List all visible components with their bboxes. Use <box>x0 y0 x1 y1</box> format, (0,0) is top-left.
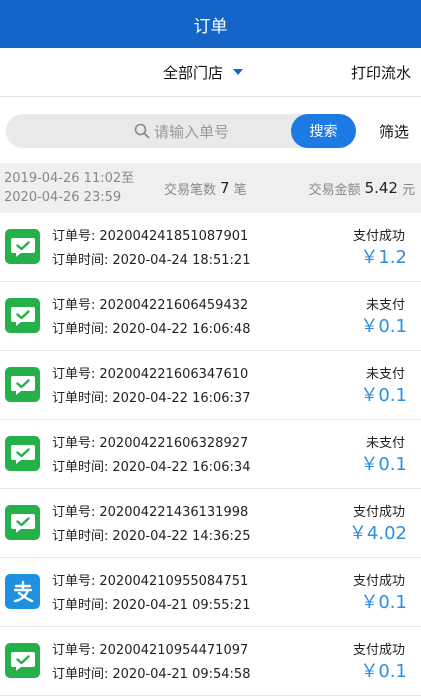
app-header: 订单 <box>0 0 421 48</box>
order-status: 支付成功 <box>352 505 405 520</box>
wechat-pay-icon <box>5 505 40 540</box>
order-status: 未支付 <box>365 367 405 382</box>
date-range-start: 2019-04-26 11:02至 <box>4 171 135 186</box>
order-time-label: 订单时间: <box>52 253 109 268</box>
order-time: 订单时间: 2020-04-21 09:54:58 <box>52 663 250 682</box>
order-time-value: 2020-04-22 16:06:48 <box>112 322 251 337</box>
order-number-label: 订单号: <box>52 574 96 589</box>
transaction-count-label: 交易笔数 <box>164 182 217 198</box>
order-time: 订单时间: 2020-04-22 16:06:34 <box>52 456 250 475</box>
order-status: 未支付 <box>365 298 405 313</box>
date-range: 2019-04-26 11:02至 2020-04-26 23:59 <box>4 169 134 207</box>
order-amount: ￥1.2 <box>360 247 407 268</box>
transaction-count-unit: 笔 <box>233 182 247 198</box>
order-status: 支付成功 <box>352 229 405 244</box>
order-amount: ￥0.1 <box>360 454 407 475</box>
order-row[interactable]: 订单号: 202004221436131998 订单时间: 2020-04-22 1… <box>0 489 421 558</box>
order-row[interactable]: 订单号: 202004210955084751 订单时间: 2020-04-21 0… <box>0 558 421 627</box>
order-time-value: 2020-04-24 18:51:21 <box>112 253 251 268</box>
order-time-label: 订单时间: <box>52 322 109 337</box>
order-row[interactable]: 订单号: 202004221606459432 订单时间: 2020-04-22 1… <box>0 282 421 351</box>
order-number: 订单号: 202004210955084751 <box>52 570 248 589</box>
search-placeholder: 请输入单号 <box>154 122 230 141</box>
order-row[interactable]: 订单号: 202004221606347610 订单时间: 2020-04-22 1… <box>0 351 421 420</box>
order-number: 订单号: 202004221436131998 <box>52 501 248 520</box>
order-number-label: 订单号: <box>52 436 96 451</box>
order-list: 订单号: 202004241851087901 订单时间: 2020-04-24 1… <box>0 213 421 696</box>
order-number: 订单号: 202004221606328927 <box>52 432 248 451</box>
order-time: 订单时间: 2020-04-24 18:51:21 <box>52 249 250 268</box>
order-number-value: 202004221606347610 <box>99 367 249 382</box>
order-amount: ￥0.1 <box>360 316 407 337</box>
order-status: 支付成功 <box>352 574 405 589</box>
wechat-pay-icon <box>5 298 40 333</box>
order-number-label: 订单号: <box>52 505 96 520</box>
order-status: 支付成功 <box>352 643 405 658</box>
transaction-summary: 2019-04-26 11:02至 2020-04-26 23:59 交易笔数 … <box>0 163 421 213</box>
wechat-pay-icon <box>5 367 40 402</box>
order-amount: ￥0.1 <box>360 661 407 682</box>
page-title: 订单 <box>193 16 228 37</box>
order-number-value: 202004221436131998 <box>99 505 249 520</box>
order-number: 订单号: 202004241851087901 <box>52 225 248 244</box>
toolbar: 全部门店 打印流水 <box>0 48 421 97</box>
order-row[interactable]: 订单号: 202004241851087901 订单时间: 2020-04-24 1… <box>0 213 421 282</box>
order-time: 订单时间: 2020-04-22 16:06:37 <box>52 387 250 406</box>
order-number-label: 订单号: <box>52 298 96 313</box>
order-time-value: 2020-04-21 09:55:21 <box>112 598 251 613</box>
alipay-icon <box>5 574 40 609</box>
store-selector-label: 全部门店 <box>163 63 224 82</box>
transaction-amount-label: 交易金额 <box>308 182 361 198</box>
date-range-end: 2020-04-26 23:59 <box>4 190 122 205</box>
order-time-value: 2020-04-21 09:54:58 <box>112 667 251 682</box>
order-amount: ￥0.1 <box>360 592 407 613</box>
transaction-amount: 交易金额 5.42 元 <box>309 163 415 213</box>
search-button[interactable]: 搜索 <box>291 114 356 148</box>
transaction-amount-unit: 元 <box>401 182 415 198</box>
order-number: 订单号: 202004210954471097 <box>52 639 248 658</box>
order-time-value: 2020-04-22 16:06:37 <box>112 391 251 406</box>
order-time-label: 订单时间: <box>52 460 109 475</box>
order-status: 未支付 <box>365 436 405 451</box>
transaction-count-value: 7 <box>220 179 230 197</box>
order-number: 订单号: 202004221606459432 <box>52 294 248 313</box>
order-time-label: 订单时间: <box>52 529 109 544</box>
search-input[interactable]: 请输入单号 <box>134 114 229 148</box>
filter-button[interactable]: 筛选 <box>379 114 409 148</box>
transaction-amount-value: 5.42 <box>364 179 398 197</box>
wechat-pay-icon <box>5 229 40 264</box>
order-time-value: 2020-04-22 14:36:25 <box>112 529 251 544</box>
order-amount: ￥4.02 <box>348 523 407 544</box>
print-records-button[interactable]: 打印流水 <box>351 48 411 96</box>
order-number: 订单号: 202004221606347610 <box>52 363 248 382</box>
wechat-pay-icon <box>5 643 40 678</box>
store-selector[interactable]: 全部门店 <box>163 48 244 96</box>
order-time-label: 订单时间: <box>52 598 109 613</box>
order-amount: ￥0.1 <box>360 385 407 406</box>
order-time-label: 订单时间: <box>52 391 109 406</box>
order-number-value: 202004221606328927 <box>99 436 249 451</box>
order-row[interactable]: 订单号: 202004221606328927 订单时间: 2020-04-22 1… <box>0 420 421 489</box>
chevron-down-icon <box>233 69 244 75</box>
transaction-count: 交易笔数 7 笔 <box>164 163 247 213</box>
order-number-label: 订单号: <box>52 643 96 658</box>
order-number-value: 202004210955084751 <box>99 574 249 589</box>
order-number-value: 202004241851087901 <box>99 229 249 244</box>
order-number-label: 订单号: <box>52 229 96 244</box>
order-time: 订单时间: 2020-04-22 16:06:48 <box>52 318 250 337</box>
order-time: 订单时间: 2020-04-22 14:36:25 <box>52 525 250 544</box>
search-bar: 请输入单号 搜索 筛选 <box>0 97 421 163</box>
order-time-label: 订单时间: <box>52 667 109 682</box>
order-number-label: 订单号: <box>52 367 96 382</box>
order-time: 订单时间: 2020-04-21 09:55:21 <box>52 594 250 613</box>
search-icon <box>134 123 150 139</box>
order-number-value: 202004221606459432 <box>99 298 249 313</box>
order-number-value: 202004210954471097 <box>99 643 249 658</box>
order-row[interactable]: 订单号: 202004210954471097 订单时间: 2020-04-21 0… <box>0 627 421 696</box>
wechat-pay-icon <box>5 436 40 471</box>
order-time-value: 2020-04-22 16:06:34 <box>112 460 251 475</box>
